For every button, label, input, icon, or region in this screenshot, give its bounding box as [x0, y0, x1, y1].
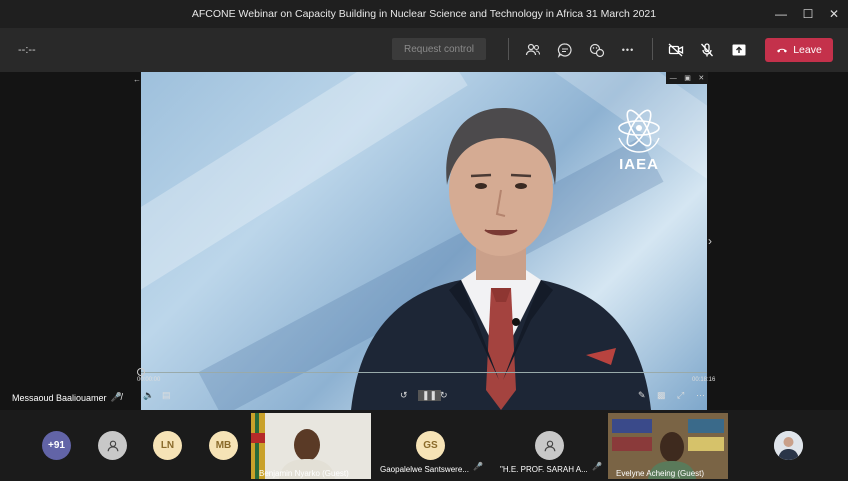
shared-video[interactable]: IAEA	[141, 72, 707, 410]
chat-icon	[557, 43, 572, 58]
seek-handle[interactable]	[137, 368, 145, 376]
share-screen-icon	[732, 44, 746, 56]
raise-hand-icon	[589, 43, 605, 58]
video-window-controls: — ▣ ✕	[666, 72, 708, 84]
maximize-button[interactable]: ☐	[795, 4, 821, 24]
camera-off-icon	[668, 43, 684, 57]
shared-content-stage: ← IAEA — ▣ ✕ › 00:00:00 00:18:16 🔈 ▤ ↺ ❚…	[0, 72, 848, 410]
participant-name: Gaopalelwe Santswere...	[380, 465, 469, 474]
leave-label: Leave	[793, 44, 822, 56]
participant-avatar-ln[interactable]: LN	[153, 431, 182, 460]
total-duration: 00:18:16	[692, 377, 716, 383]
video-seek-bar[interactable]	[141, 372, 707, 373]
chevron-right-icon[interactable]: ›	[708, 234, 712, 248]
participant-avatar-gs[interactable]: GS	[416, 431, 445, 460]
meeting-toolbar: --:-- Request control ••• Leave	[0, 28, 848, 72]
participant-avatar[interactable]	[535, 431, 564, 460]
forward-icon[interactable]: ↻	[440, 390, 448, 401]
participant-avatar[interactable]	[98, 431, 127, 460]
phone-hangup-icon	[777, 48, 788, 53]
reactions-button[interactable]	[586, 39, 608, 61]
window-title: AFCONE Webinar on Capacity Building in N…	[191, 8, 657, 20]
participant-tile-video[interactable]: Benjamin Nyarko (Guest)	[251, 413, 371, 479]
captions-icon[interactable]: ▤	[162, 390, 171, 401]
minimize-button[interactable]: —	[768, 4, 794, 24]
minimize-video-icon[interactable]: —	[670, 75, 677, 82]
more-actions-button[interactable]: •••	[617, 39, 639, 61]
participant-name: Benjamin Nyarko (Guest)	[259, 469, 349, 478]
mic-off-icon	[701, 43, 713, 57]
meeting-timer: --:--	[18, 44, 36, 56]
current-time: 00:00:00	[137, 377, 161, 383]
close-window-button[interactable]: ✕	[821, 4, 847, 24]
participant-name: Evelyne Acheing (Guest)	[616, 469, 705, 478]
participant-name: "H.E. PROF. SARAH A...	[500, 465, 588, 474]
picture-in-picture-icon[interactable]: ▩	[657, 390, 666, 401]
mic-toggle-button[interactable]	[696, 39, 718, 61]
toolbar-divider	[508, 38, 509, 60]
speaker-name: Messaoud Baaliouamer	[12, 392, 107, 403]
participants-button[interactable]	[522, 39, 544, 61]
participants-icon	[525, 43, 541, 56]
speaker-mic-off-icon: 🎤̸	[110, 392, 122, 402]
active-speaker-label: Messaoud Baaliouamer 🎤̸	[12, 392, 122, 403]
edit-icon[interactable]: ✎	[638, 390, 646, 401]
close-video-icon[interactable]: ✕	[698, 74, 704, 82]
toolbar-divider	[652, 38, 653, 60]
participant-tile-video[interactable]: Evelyne Acheing (Guest)	[608, 413, 728, 479]
back-arrow-icon[interactable]: ←	[133, 75, 141, 84]
rewind-icon[interactable]: ↺	[400, 390, 408, 401]
chat-button[interactable]	[554, 39, 576, 61]
share-content-button[interactable]	[728, 39, 750, 61]
video-more-icon[interactable]: ⋯	[696, 390, 705, 401]
participant-gallery: +91 LN MB Benjamin Nyarko (Guest) GS Gao…	[0, 410, 848, 481]
mic-off-icon: 🎤	[592, 462, 602, 471]
pop-out-icon[interactable]: ▣	[684, 74, 691, 82]
volume-icon[interactable]: 🔈	[143, 390, 154, 401]
person-icon	[107, 440, 118, 451]
person-icon	[544, 440, 555, 451]
participant-avatar-mb[interactable]: MB	[209, 431, 238, 460]
request-control-button[interactable]: Request control	[392, 38, 486, 60]
overflow-participants[interactable]: +91	[42, 431, 71, 460]
participant-photo-avatar[interactable]	[774, 431, 803, 460]
fullscreen-icon[interactable]: ⤢	[677, 390, 684, 401]
window-titlebar: AFCONE Webinar on Capacity Building in N…	[0, 0, 848, 28]
camera-toggle-button[interactable]	[665, 39, 687, 61]
pause-icon[interactable]: ❚❚	[418, 390, 442, 401]
profile-photo	[774, 431, 803, 460]
leave-button[interactable]: Leave	[765, 38, 833, 62]
speaker-video-feed	[351, 108, 651, 410]
mic-off-icon: 🎤	[473, 462, 483, 471]
